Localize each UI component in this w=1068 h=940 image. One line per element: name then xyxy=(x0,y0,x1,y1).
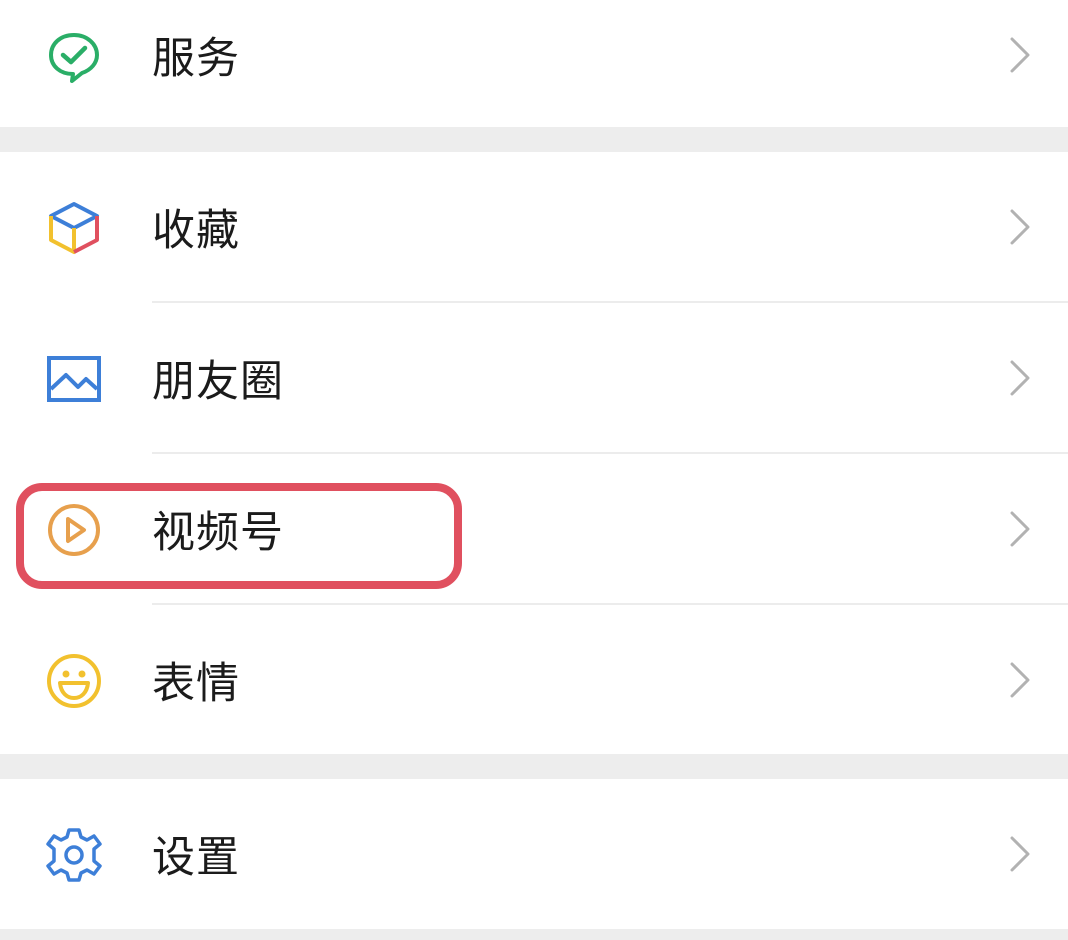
menu-item-label: 设置 xyxy=(152,833,240,883)
menu-item-label: 收藏 xyxy=(152,206,240,256)
chevron-right-icon xyxy=(1008,358,1032,398)
menu-item-label: 视频号 xyxy=(152,508,284,558)
chevron-right-icon xyxy=(1008,834,1032,874)
menu-item-label: 表情 xyxy=(152,659,240,709)
menu-item-label: 朋友圈 xyxy=(152,357,284,407)
menu-item-settings[interactable]: 设置 xyxy=(0,779,1068,929)
chevron-right-icon xyxy=(1008,35,1032,75)
menu-group-main: 收藏 朋友圈 视频号 表情 xyxy=(0,152,1068,754)
menu-item-label: 服务 xyxy=(152,34,240,84)
menu-group-services: 服务 xyxy=(0,0,1068,127)
menu-item-favorites[interactable]: 收藏 xyxy=(0,152,1068,302)
settings-gear-icon xyxy=(46,827,102,883)
menu-item-services[interactable]: 服务 xyxy=(0,0,1068,130)
sticker-smile-icon xyxy=(46,653,102,709)
menu-item-stickers[interactable]: 表情 xyxy=(0,605,1068,755)
menu-item-moments[interactable]: 朋友圈 xyxy=(0,303,1068,453)
moments-picture-icon xyxy=(46,351,102,407)
menu-item-channels[interactable]: 视频号 xyxy=(0,454,1068,604)
chevron-right-icon xyxy=(1008,509,1032,549)
favorites-cube-icon xyxy=(46,200,102,256)
chevron-right-icon xyxy=(1008,207,1032,247)
menu-group-settings: 设置 xyxy=(0,779,1068,929)
services-icon xyxy=(46,28,102,84)
channels-play-icon xyxy=(46,502,102,558)
chevron-right-icon xyxy=(1008,660,1032,700)
